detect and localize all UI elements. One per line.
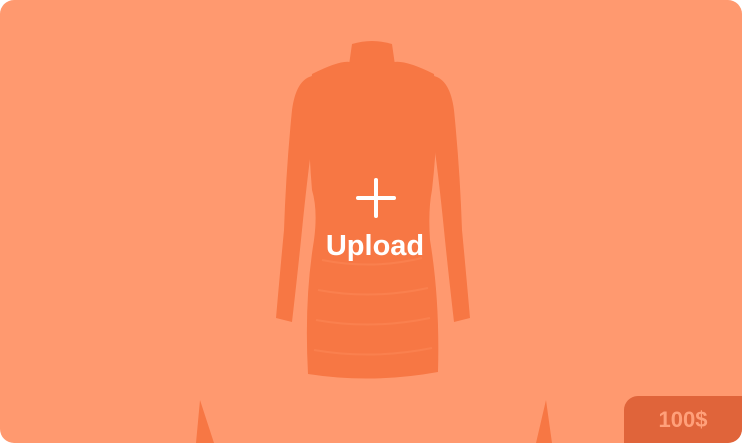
price-badge: 100$ xyxy=(624,396,742,443)
upload-card[interactable]: Upload 100$ xyxy=(0,0,742,443)
upload-overlay xyxy=(0,0,742,443)
